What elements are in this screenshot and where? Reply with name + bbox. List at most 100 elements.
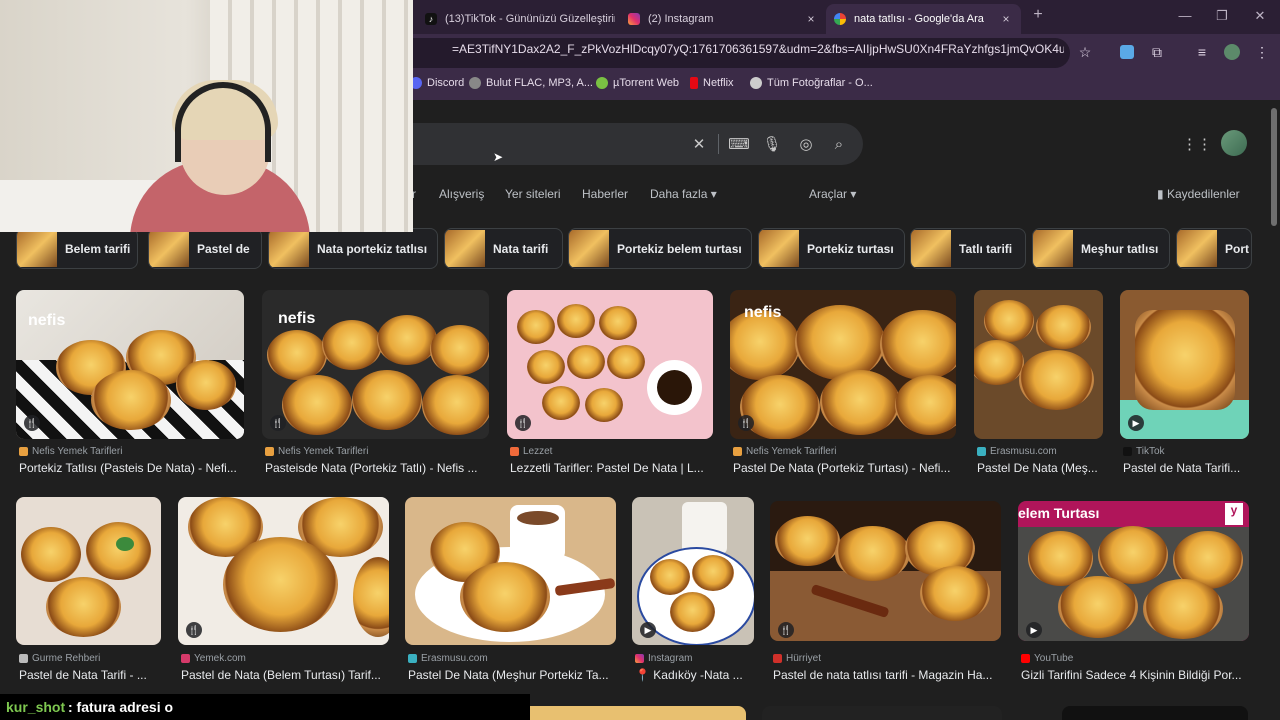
bookmark-netflix[interactable]: Netflix <box>690 77 734 89</box>
result-image[interactable]: elem Turtası y ▶ <box>1018 501 1249 641</box>
result-source[interactable]: Hürriyet <box>773 653 821 664</box>
media-icon[interactable]: ≡ <box>1192 42 1212 62</box>
result-title[interactable]: Pasteisde Nata (Portekiz Tatlı) - Nefis … <box>265 461 487 475</box>
chip-nata-portekiz[interactable]: Nata portekiz tatlısı <box>268 228 438 269</box>
chat-message: : fatura adresi o <box>68 699 174 715</box>
chip-thumbnail <box>1177 230 1217 267</box>
url-text[interactable]: =AE3TifNY1Dax2A2_F_zPkVozHlDcqy07yQ:1761… <box>452 42 1064 56</box>
microphone-icon[interactable]: 🎙 <box>761 133 783 155</box>
youtube-icon <box>1021 654 1030 663</box>
keyboard-icon[interactable]: ⌨ <box>728 133 750 155</box>
new-tab-button[interactable]: + <box>1028 6 1048 24</box>
result-title[interactable]: Pastel De Nata (Meş... <box>977 461 1105 475</box>
result-image[interactable] <box>16 497 161 645</box>
result-image[interactable] <box>405 497 616 645</box>
chip-label: Pastel de <box>197 241 250 256</box>
minimize-button[interactable]: — <box>1175 8 1195 23</box>
saved-button[interactable]: ▮ Kaydedilenler <box>1157 187 1240 201</box>
extensions-icon[interactable]: ⧉ <box>1147 42 1167 62</box>
result-source[interactable]: Gurme Rehberi <box>19 653 100 664</box>
result-source[interactable]: Yemek.com <box>181 653 246 664</box>
partial-result-image[interactable] <box>516 706 746 720</box>
result-source[interactable]: Nefis Yemek Tarifleri <box>733 446 836 457</box>
chip-belem-tarifi[interactable]: Belem tarifi <box>16 228 138 269</box>
partial-result-image[interactable] <box>1062 706 1248 720</box>
result-title[interactable]: Pastel de Nata Tarifi... <box>1123 461 1251 475</box>
result-title[interactable]: Gizli Tarifini Sadece 4 Kişinin Bildiği … <box>1021 668 1249 682</box>
result-source[interactable]: Lezzet <box>510 446 552 457</box>
result-title[interactable]: 📍 Kadıköy -Nata ... <box>635 668 755 682</box>
chip-portekiz-turtasi[interactable]: Portekiz turtası <box>758 228 905 269</box>
chip-meshur-tatlisi[interactable]: Meşhur tatlısı <box>1032 228 1170 269</box>
chip-thumbnail <box>911 230 951 267</box>
profile-avatar[interactable] <box>1222 42 1242 62</box>
chip-label: Meşhur tatlısı <box>1081 241 1159 256</box>
result-source[interactable]: TikTok <box>1123 446 1165 457</box>
result-image[interactable]: 🍴 <box>178 497 389 645</box>
menu-icon[interactable]: ⋮ <box>1252 42 1272 62</box>
window-close-button[interactable]: ✕ <box>1250 8 1270 24</box>
recipe-icon: 🍴 <box>24 415 40 431</box>
result-image[interactable]: nefis 🍴 <box>262 290 489 439</box>
result-image[interactable]: 🍴 <box>507 290 713 439</box>
lens-icon[interactable]: ◎ <box>795 133 817 155</box>
result-title[interactable]: Pastel de nata tatlısı tarifi - Magazin … <box>773 668 1001 682</box>
scrollbar-thumb[interactable] <box>1271 108 1277 226</box>
result-image[interactable]: nefis 🍴 <box>730 290 956 439</box>
tab-instagram[interactable]: (2) Instagram × <box>628 4 818 34</box>
result-title[interactable]: Lezzetli Tarifler: Pastel De Nata | L... <box>510 461 715 475</box>
tab-close-icon[interactable]: × <box>804 12 818 26</box>
result-source[interactable]: Nefis Yemek Tarifleri <box>19 446 122 457</box>
result-source[interactable]: Instagram <box>635 653 692 664</box>
watermark-text: nefis <box>28 312 66 329</box>
result-title[interactable]: Pastel De Nata (Meşhur Portekiz Ta... <box>408 668 616 682</box>
tab-more[interactable]: Daha fazla ▾ <box>650 187 717 201</box>
result-title[interactable]: Pastel De Nata (Portekiz Turtası) - Nefi… <box>733 461 957 475</box>
bookmark-bulut[interactable]: Bulut FLAC, MP3, A... <box>469 77 593 89</box>
utorrent-icon <box>596 77 608 89</box>
chip-port[interactable]: Port <box>1176 228 1252 269</box>
scrollbar[interactable] <box>1269 100 1280 720</box>
watermark-text: nefis <box>744 304 782 321</box>
download-icon[interactable] <box>1117 42 1137 62</box>
result-title[interactable]: Pastel de Nata Tarifi - ... <box>19 668 161 682</box>
tiktok-icon: ♪ <box>425 13 437 25</box>
account-avatar[interactable] <box>1221 130 1247 156</box>
chip-nata-tarifi[interactable]: Nata tarifi <box>444 228 563 269</box>
maximize-button[interactable]: ❐ <box>1212 8 1232 24</box>
result-title[interactable]: Pastel de Nata (Belem Turtası) Tarif... <box>181 668 389 682</box>
chip-tatli-tarifi[interactable]: Tatlı tarifi <box>910 228 1026 269</box>
tab-tiktok[interactable]: ♪ (13)TikTok - Gününüzü Güzelleştirin <box>425 4 615 34</box>
globe-icon <box>750 77 762 89</box>
bookmark-utorrent[interactable]: µTorrent Web <box>596 77 679 89</box>
result-image[interactable]: nefis 🍴 <box>16 290 244 439</box>
result-source[interactable]: Nefis Yemek Tarifleri <box>265 446 368 457</box>
bookmark-star-icon[interactable]: ☆ <box>1075 42 1095 62</box>
site-icon <box>19 447 28 456</box>
result-source[interactable]: Erasmusu.com <box>977 446 1057 457</box>
chip-pastel-de[interactable]: Pastel de <box>148 228 262 269</box>
result-image[interactable]: ▶ <box>632 497 754 645</box>
tab-places[interactable]: Yer siteleri <box>505 187 561 201</box>
watermark-text: nefis <box>278 310 316 327</box>
result-image[interactable] <box>974 290 1103 439</box>
bookmark-photos[interactable]: Tüm Fotoğraflar - O... <box>750 77 873 89</box>
result-source[interactable]: YouTube <box>1021 653 1073 664</box>
bookmark-discord[interactable]: Discord <box>410 77 464 89</box>
apps-grid-icon[interactable]: ⋮⋮ <box>1182 133 1212 155</box>
tab-news[interactable]: Haberler <box>582 187 628 201</box>
clear-search-icon[interactable]: ✕ <box>688 133 710 155</box>
chip-portekiz-belem[interactable]: Portekiz belem turtası <box>568 228 752 269</box>
partial-result-image[interactable] <box>762 706 1002 720</box>
bookmark-icon: ▮ <box>1157 187 1164 201</box>
result-title[interactable]: Portekiz Tatlısı (Pasteis De Nata) - Nef… <box>19 461 244 475</box>
result-image[interactable]: ▶ <box>1120 290 1249 439</box>
tab-shopping[interactable]: Alışveriş <box>439 187 484 201</box>
result-image[interactable]: 🍴 <box>770 501 1001 641</box>
search-icon[interactable]: ⌕ <box>828 133 850 155</box>
chip-label: Nata portekiz tatlısı <box>317 241 428 256</box>
tab-google-search[interactable]: nata tatlısı - Google'da Ara × <box>826 4 1021 34</box>
result-source[interactable]: Erasmusu.com <box>408 653 488 664</box>
tools-button[interactable]: Araçlar ▾ <box>809 187 856 201</box>
tab-close-icon[interactable]: × <box>999 12 1013 26</box>
